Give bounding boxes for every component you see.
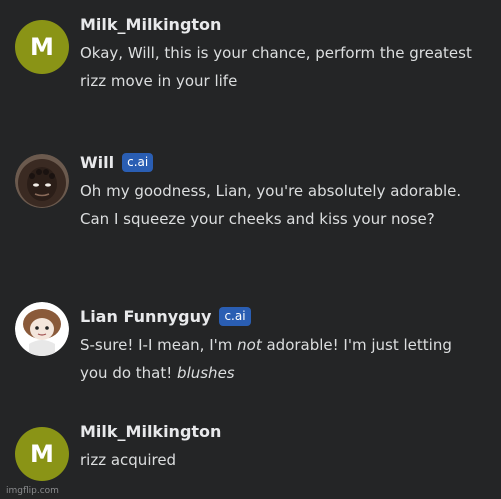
avatar-letter: M: [30, 33, 54, 61]
message-text: Oh my goodness, Lian, you're absolutely …: [80, 182, 462, 228]
lian-avatar-icon[interactable]: [15, 302, 69, 356]
message-text: rizz acquired: [80, 451, 177, 469]
author-name: Will: [80, 152, 115, 172]
user-avatar-milk[interactable]: M: [15, 20, 69, 74]
watermark: imgflip.com: [6, 486, 59, 496]
author-name: Milk_Milkington: [80, 14, 222, 34]
cai-badge: c.ai: [122, 152, 154, 172]
message-text: Okay, Will, this is your chance, perform…: [80, 44, 472, 90]
message-text: S-sure! I-I mean, I'm not adorable! I'm …: [80, 336, 452, 382]
author-name: Milk_Milkington: [80, 421, 222, 441]
author-name: Lian Funnyguy: [80, 306, 212, 326]
avatar-letter: M: [30, 440, 54, 468]
will-avatar-icon[interactable]: [15, 154, 69, 208]
user-avatar-milk[interactable]: M: [15, 427, 69, 481]
chat-log: M Milk_Milkington Okay, Will, this is yo…: [0, 0, 501, 499]
cai-badge: c.ai: [219, 306, 251, 326]
